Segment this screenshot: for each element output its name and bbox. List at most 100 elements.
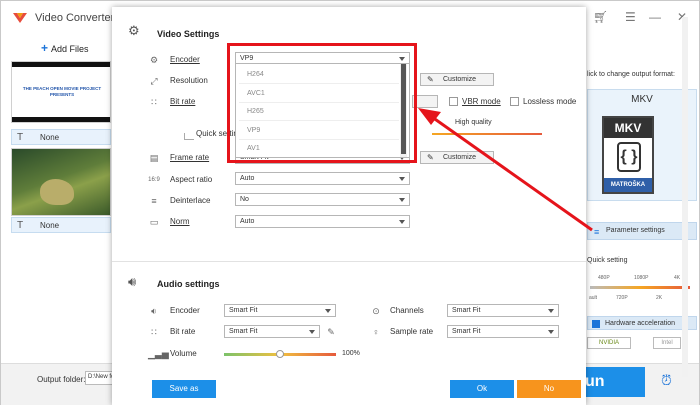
customize-label: Customize bbox=[443, 76, 477, 83]
file-thumbnail[interactable]: THE PEACH OPEN MOVIE PROJECT PRESENTS bbox=[11, 61, 111, 123]
volume-slider-thumb[interactable] bbox=[276, 350, 284, 358]
microphone-icon: ♀ bbox=[372, 327, 380, 337]
mkv-logo-top: MKV bbox=[604, 118, 652, 138]
cart-icon[interactable]: 🛒︎ bbox=[593, 10, 608, 24]
resolution-icon: ⤢ bbox=[150, 76, 158, 86]
video-settings-icon: ⚙︎ bbox=[128, 23, 140, 38]
file-subtitle-row[interactable]: T None bbox=[11, 129, 111, 145]
thumb-bar bbox=[12, 62, 110, 67]
chip-icon bbox=[592, 320, 600, 328]
mkv-logo-icon[interactable]: MKV { } MATROŠKA bbox=[602, 116, 654, 194]
encoder-icon: ⚙︎ bbox=[149, 55, 159, 65]
quick-tick: 1080P bbox=[634, 275, 649, 281]
deinterlace-label: Deinterlace bbox=[170, 196, 211, 205]
change-format-hint: lick to change output format: bbox=[587, 71, 675, 78]
subtitle-value: None bbox=[40, 133, 60, 142]
channels-value: Smart Fit bbox=[452, 307, 481, 314]
resolution-customize-button[interactable]: ✎ Customize bbox=[420, 73, 494, 86]
vbr-mode-checkbox[interactable] bbox=[449, 97, 458, 106]
minimize-icon[interactable]: — bbox=[649, 10, 661, 24]
vbr-mode-label: VBR mode bbox=[462, 97, 501, 106]
aspect-ratio-label: Aspect ratio bbox=[170, 175, 213, 184]
norm-select[interactable]: Auto bbox=[235, 215, 410, 228]
chevron-down-icon bbox=[548, 309, 554, 313]
volume-value: 100% bbox=[342, 350, 360, 357]
text-icon: T bbox=[17, 132, 24, 143]
bitrate-label: Bit rate bbox=[170, 97, 196, 106]
output-format-name: MKV bbox=[631, 94, 653, 105]
file-subtitle-row[interactable]: T None bbox=[11, 217, 111, 233]
text-icon: T bbox=[17, 220, 24, 231]
audio-encoder-value: Smart Fit bbox=[229, 307, 258, 314]
resolution-label: Resolution bbox=[170, 76, 208, 85]
hardware-acceleration-label: Hardware acceleration bbox=[605, 320, 676, 327]
run-button[interactable]: un bbox=[581, 367, 645, 397]
thumb-bar bbox=[12, 117, 110, 122]
channels-select[interactable]: Smart Fit bbox=[447, 304, 559, 317]
subtitle-value: None bbox=[40, 221, 60, 230]
parameter-settings-button[interactable]: ≡ Parameter settings bbox=[587, 222, 697, 240]
output-folder-label: Output folder: bbox=[37, 375, 86, 384]
pencil-icon: ✎ bbox=[427, 75, 434, 84]
audio-settings-icon: 🔊︎ bbox=[128, 274, 137, 289]
mkv-logo-bottom: MATROŠKA bbox=[604, 178, 652, 192]
audio-encoder-icon: 🔉︎ bbox=[151, 306, 157, 316]
bitrate-icon: ∷ bbox=[151, 97, 157, 107]
channels-icon: ⊙ bbox=[372, 306, 380, 316]
norm-icon: ▭ bbox=[149, 217, 159, 227]
quick-tick: 2K bbox=[656, 295, 663, 301]
channels-label: Channels bbox=[390, 306, 424, 315]
thumbnail-caption: THE PEACH OPEN MOVIE PROJECT PRESENTS bbox=[22, 86, 102, 97]
nvidia-checkbox[interactable]: NVIDIA bbox=[587, 337, 631, 349]
hardware-acceleration-button[interactable]: Hardware acceleration bbox=[587, 316, 697, 330]
parameter-settings-label: Parameter settings bbox=[606, 227, 665, 234]
chevron-down-icon bbox=[399, 198, 405, 202]
ok-button[interactable]: Ok bbox=[450, 380, 514, 398]
app-title: Video Converter bbox=[35, 12, 115, 24]
section-divider bbox=[112, 261, 586, 262]
norm-value: Auto bbox=[240, 218, 255, 225]
encoder-label: Encoder bbox=[170, 55, 200, 64]
app-logo-icon bbox=[13, 13, 27, 23]
deinterlace-select[interactable]: No bbox=[235, 193, 410, 206]
audio-bitrate-label: Bit rate bbox=[170, 327, 196, 336]
add-files-button[interactable]: + Add Files bbox=[41, 41, 89, 55]
quick-setting-slider[interactable] bbox=[590, 286, 690, 289]
deinterlace-icon: ≡ bbox=[151, 196, 157, 206]
deinterlace-value: No bbox=[240, 196, 249, 203]
lossless-mode-checkbox[interactable] bbox=[510, 97, 519, 106]
sample-rate-label: Sample rate bbox=[390, 327, 434, 336]
intel-checkbox[interactable]: Intel bbox=[653, 337, 681, 349]
quick-tick: ault bbox=[589, 295, 598, 301]
aspect-ratio-value: Auto bbox=[240, 175, 255, 182]
no-button[interactable]: No bbox=[517, 380, 581, 398]
audio-encoder-label: Encoder bbox=[170, 306, 200, 315]
frame-rate-icon: ▤ bbox=[149, 153, 159, 163]
aspect-ratio-select[interactable]: Auto bbox=[235, 172, 410, 185]
alarm-clock-icon[interactable]: ⏰︎ bbox=[661, 372, 672, 389]
audio-bitrate-value: Smart Fit bbox=[229, 328, 258, 335]
menu-icon[interactable]: ☰ bbox=[625, 10, 636, 24]
frame-rate-customize-button[interactable]: ✎ Customize bbox=[420, 151, 494, 164]
lossless-mode-label: Lossless mode bbox=[523, 97, 577, 106]
sliders-icon: ≡ bbox=[594, 227, 600, 237]
quick-setting-connector bbox=[184, 139, 194, 140]
save-as-button[interactable]: Save as bbox=[152, 380, 216, 398]
norm-label: Norm bbox=[170, 217, 190, 226]
plus-icon: + bbox=[41, 41, 49, 55]
quick-tick: 480P bbox=[598, 275, 610, 281]
pencil-icon: ✎ bbox=[427, 153, 434, 162]
file-thumbnail[interactable] bbox=[11, 148, 111, 216]
dialog-scrollbar[interactable] bbox=[682, 17, 688, 377]
pencil-icon[interactable]: ✎ bbox=[325, 327, 337, 337]
audio-bitrate-select[interactable]: Smart Fit bbox=[224, 325, 320, 338]
quality-slider[interactable] bbox=[432, 133, 542, 135]
sample-rate-select[interactable]: Smart Fit bbox=[447, 325, 559, 338]
output-folder-input[interactable]: D:\New fo bbox=[85, 371, 115, 385]
chevron-down-icon bbox=[309, 330, 315, 334]
video-settings-title: Video Settings bbox=[157, 29, 220, 39]
audio-bitrate-icon: ∷ bbox=[151, 327, 157, 337]
quick-setting-label: Quick setting bbox=[587, 257, 628, 264]
frame-rate-label: Frame rate bbox=[170, 153, 210, 162]
audio-encoder-select[interactable]: Smart Fit bbox=[224, 304, 336, 317]
